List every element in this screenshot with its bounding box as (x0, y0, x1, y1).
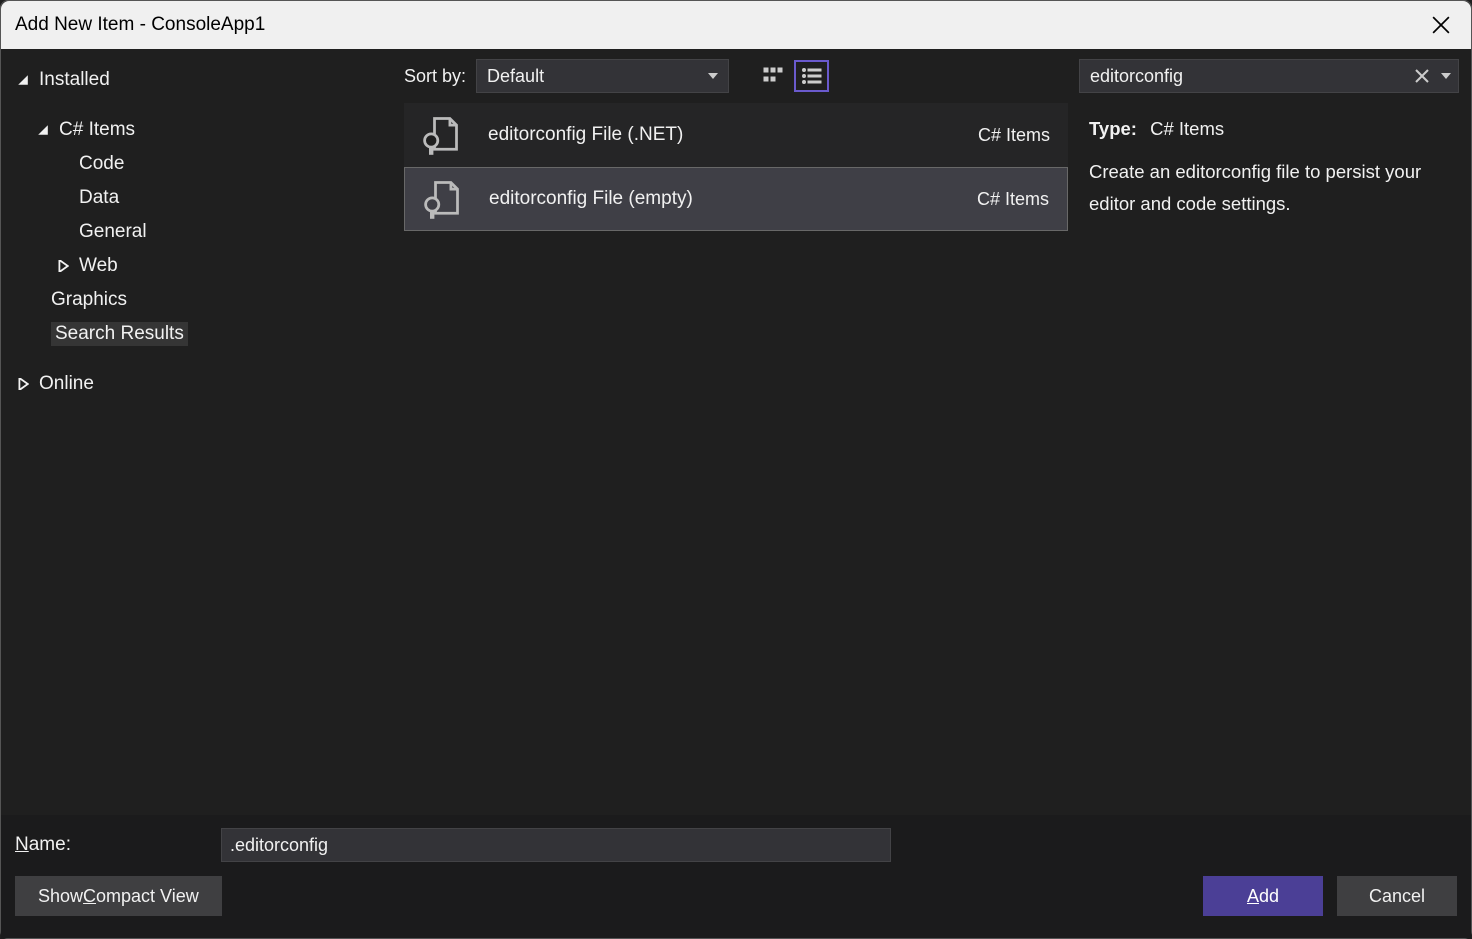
tree-label: Installed (39, 69, 110, 91)
template-description: Create an editorconfig file to persist y… (1089, 156, 1449, 219)
tree-label: Search Results (51, 322, 188, 346)
type-value: C# Items (1150, 118, 1224, 139)
tree-label: Data (79, 187, 119, 209)
chevron-right-icon (55, 258, 71, 274)
template-details: Type: C# Items Create an editorconfig fi… (1079, 93, 1459, 219)
tree-item-csharp[interactable]: C# Items (1, 113, 404, 147)
grid-icon (763, 67, 783, 85)
sort-by-label: Sort by: (404, 66, 466, 87)
tree-item-web[interactable]: Web (1, 249, 404, 283)
chevron-down-icon (35, 122, 51, 138)
tree-item-data[interactable]: Data (1, 181, 404, 215)
sort-by-value: Default (487, 66, 544, 87)
tree-label: C# Items (59, 119, 135, 141)
close-icon (1432, 16, 1450, 34)
details-panel: Type: C# Items Create an editorconfig fi… (1069, 49, 1471, 815)
template-item[interactable]: editorconfig File (empty) C# Items (404, 167, 1068, 231)
search-dropdown-button[interactable] (1434, 60, 1458, 92)
template-category: C# Items (977, 189, 1049, 210)
sort-by-dropdown[interactable]: Default (476, 59, 729, 93)
search-box (1079, 59, 1459, 93)
name-input[interactable] (221, 828, 891, 862)
chevron-right-icon (15, 376, 31, 392)
template-name: editorconfig File (empty) (489, 188, 693, 210)
name-row: Name: (15, 828, 1457, 862)
chevron-down-icon (708, 71, 718, 81)
type-label: Type: (1089, 118, 1137, 139)
tree-item-installed[interactable]: Installed (1, 63, 404, 97)
list-view-button[interactable] (794, 60, 829, 92)
template-item[interactable]: editorconfig File (.NET) C# Items (404, 103, 1068, 167)
template-list: editorconfig File (.NET) C# Items editor… (404, 103, 1069, 815)
tree-item-graphics[interactable]: Graphics (1, 283, 404, 317)
tree-item-search-results[interactable]: Search Results (1, 317, 404, 351)
grid-view-button[interactable] (755, 60, 790, 92)
tree-label: Online (39, 373, 94, 395)
category-tree: Installed C# Items Code Data General Web… (1, 49, 404, 815)
close-icon (1415, 69, 1429, 83)
show-compact-view-button[interactable]: Show Compact View (15, 876, 222, 916)
tree-label: General (79, 221, 147, 243)
chevron-down-icon (15, 72, 31, 88)
main-area: Installed C# Items Code Data General Web… (1, 49, 1471, 815)
search-input[interactable] (1080, 66, 1410, 87)
tree-label: Graphics (51, 289, 127, 311)
button-row: Show Compact View Add Cancel (15, 876, 1457, 916)
view-mode-buttons (755, 60, 829, 92)
template-name: editorconfig File (.NET) (488, 124, 683, 146)
tree-item-online[interactable]: Online (1, 367, 404, 401)
tree-label: Web (79, 255, 118, 277)
name-label: Name: (15, 834, 211, 856)
center-panel: Sort by: Default (404, 49, 1069, 815)
bottom-bar: Name: Show Compact View Add Cancel (1, 815, 1471, 938)
clear-search-button[interactable] (1410, 60, 1434, 92)
template-category: C# Items (978, 125, 1050, 146)
editorconfig-file-icon (419, 177, 463, 221)
cancel-button[interactable]: Cancel (1337, 876, 1457, 916)
add-button[interactable]: Add (1203, 876, 1323, 916)
tree-label: Code (79, 153, 124, 175)
close-button[interactable] (1425, 9, 1457, 41)
chevron-down-icon (1441, 71, 1451, 81)
editorconfig-file-icon (418, 113, 462, 157)
center-header: Sort by: Default (404, 59, 1069, 103)
tree-item-general[interactable]: General (1, 215, 404, 249)
list-icon (802, 67, 822, 85)
tree-item-code[interactable]: Code (1, 147, 404, 181)
title-bar: Add New Item - ConsoleApp1 (1, 1, 1471, 49)
window-title: Add New Item - ConsoleApp1 (15, 14, 265, 36)
